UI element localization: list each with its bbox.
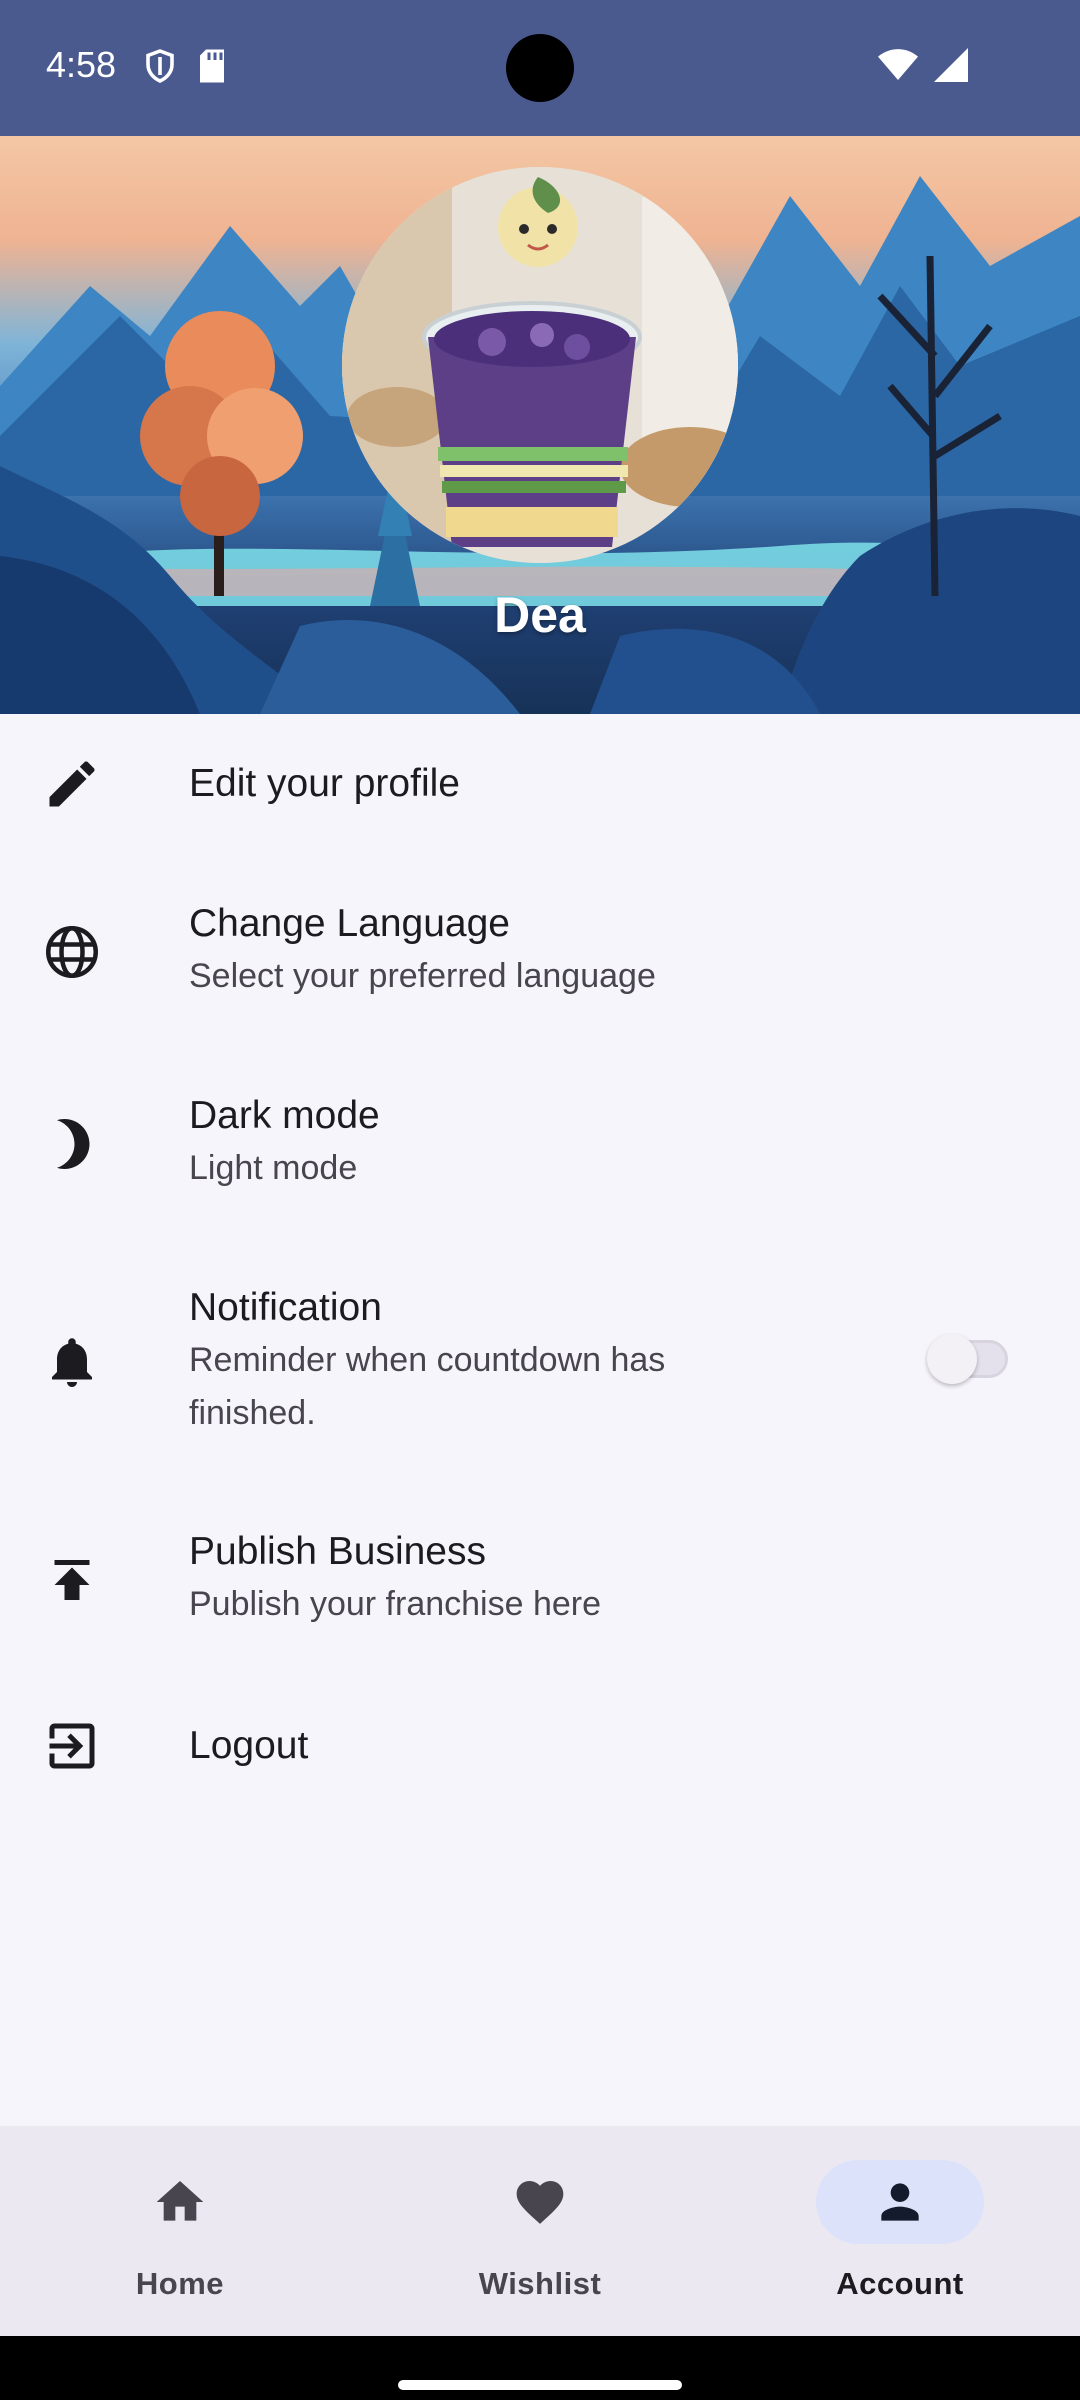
publish-business-label: Publish Business [189, 1530, 486, 1573]
logout-label: Logout [189, 1724, 309, 1767]
dark-mode-subtitle: Light mode [189, 1149, 358, 1187]
change-language-item[interactable]: Change Language Select your preferred la… [0, 856, 1080, 1048]
notification-subtitle-line1: Reminder when countdown has [189, 1341, 666, 1379]
edit-profile-item[interactable]: Edit your profile [0, 714, 1080, 856]
wifi-icon [878, 49, 918, 80]
globe-icon [46, 926, 98, 978]
gesture-bar [0, 2336, 1080, 2400]
gesture-handle[interactable] [398, 2380, 682, 2390]
notification-subtitle-line2: finished. [189, 1394, 316, 1432]
heart-icon [516, 2181, 564, 2224]
nav-account-label: Account [836, 2266, 964, 2301]
notification-label: Notification [189, 1286, 382, 1329]
person-icon [881, 2183, 919, 2221]
status-bar: 4:58 [0, 0, 1080, 136]
publish-icon [54, 1560, 90, 1600]
pencil-icon [49, 761, 95, 807]
nav-account[interactable]: Account [720, 2126, 1080, 2336]
bell-icon [52, 1338, 92, 1387]
change-language-label: Change Language [189, 902, 510, 945]
dark-mode-item[interactable]: Dark mode Light mode [0, 1048, 1080, 1240]
moon-icon [57, 1119, 90, 1169]
nav-wishlist-label: Wishlist [478, 2266, 602, 2301]
dark-mode-label: Dark mode [189, 1094, 380, 1137]
logout-icon [49, 1723, 95, 1769]
camera-cutout [506, 34, 574, 102]
shield-icon [146, 49, 174, 83]
change-language-subtitle: Select your preferred language [189, 957, 656, 995]
edit-profile-label: Edit your profile [189, 762, 460, 805]
nav-home-label: Home [135, 2266, 225, 2301]
notification-toggle-thumb[interactable] [927, 1334, 977, 1384]
status-icons-left [142, 48, 228, 84]
logout-item[interactable]: Logout [0, 1676, 1080, 1818]
notification-item[interactable]: Notification Reminder when countdown has… [0, 1240, 1080, 1484]
profile-name: Dea [494, 587, 586, 643]
publish-business-subtitle: Publish your franchise here [189, 1585, 602, 1623]
home-icon [156, 2181, 204, 2221]
profile-avatar[interactable] [342, 167, 738, 563]
status-icons-right [878, 48, 968, 82]
nav-wishlist[interactable]: Wishlist [360, 2126, 720, 2336]
sd-card-icon [200, 49, 224, 83]
signal-icon [934, 48, 968, 82]
bottom-navigation: Home Wishlist Account [0, 2126, 1080, 2336]
avatar-drink-image [342, 167, 738, 563]
nav-home[interactable]: Home [0, 2126, 360, 2336]
publish-business-item[interactable]: Publish Business Publish your franchise … [0, 1484, 1080, 1676]
status-time: 4:58 [46, 44, 117, 85]
profile-header: Dea [0, 136, 1080, 714]
